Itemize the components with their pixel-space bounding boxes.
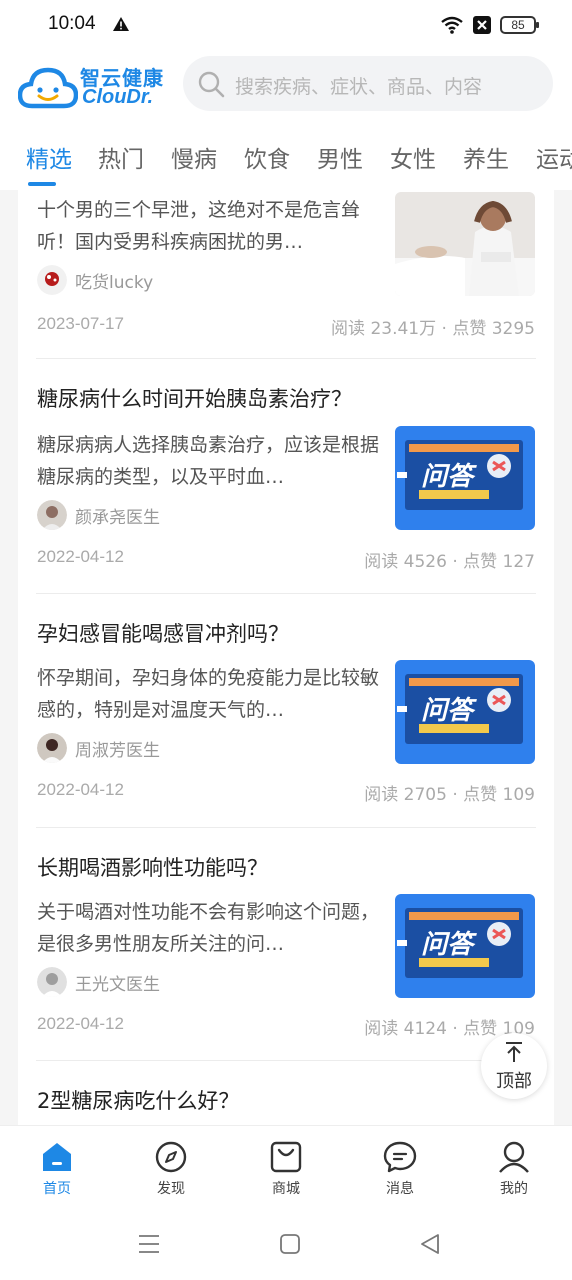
article-card[interactable]: 孕妇感冒能喝感冒冲剂吗？ 怀孕期间，孕妇身体的免疫能力是比较敏感的，特别是对温度… bbox=[18, 594, 554, 828]
tab-diet[interactable]: 饮食 bbox=[244, 140, 290, 174]
article-title: 长期喝酒影响性功能吗？ bbox=[37, 856, 268, 880]
warning-icon bbox=[113, 17, 129, 31]
nav-label: 首页 bbox=[43, 1181, 71, 1197]
author-name: 周淑芳医生 bbox=[75, 740, 160, 761]
article-excerpt: 糖尿病病人选择胰岛素治疗，应该是根据糖尿病的类型，以及平时血… bbox=[37, 434, 380, 488]
tab-wellness[interactable]: 养生 bbox=[463, 140, 509, 174]
thumb-qa-text: 问答 bbox=[421, 462, 474, 492]
thumb-qa-text: 问答 bbox=[421, 696, 474, 726]
search-placeholder: 搜索疾病、症状、商品、内容 bbox=[235, 76, 483, 98]
article-excerpt: 关于喝酒对性功能不会有影响这个问题，是很多男性朋友所关注的问… bbox=[37, 901, 380, 955]
search-icon bbox=[198, 71, 225, 98]
article-card[interactable]: 长期喝酒影响性功能吗？ 关于喝酒对性功能不会有影响这个问题，是很多男性朋友所关注… bbox=[18, 828, 554, 1060]
no-sim-icon bbox=[473, 16, 491, 34]
article-author[interactable]: 王光文医生 bbox=[37, 966, 160, 998]
nav-home[interactable]: 首页 bbox=[17, 1140, 97, 1198]
article-author[interactable]: 颜承尧医生 bbox=[37, 499, 160, 531]
nav-mall[interactable]: 商城 bbox=[246, 1140, 326, 1198]
avatar bbox=[37, 967, 67, 997]
wifi-icon bbox=[441, 16, 463, 34]
tab-chronic[interactable]: 慢病 bbox=[171, 140, 217, 174]
nav-messages[interactable]: 消息 bbox=[360, 1140, 440, 1198]
battery-indicator: 85 bbox=[500, 16, 539, 34]
article-title: 2型糖尿病吃什么好？ bbox=[37, 1089, 240, 1113]
man-headache-photo bbox=[395, 192, 535, 296]
article-excerpt: 十个男的三个早泄，这绝对不是危言耸听！国内受男科疾病困扰的男… bbox=[37, 199, 361, 253]
tab-featured[interactable]: 精选 bbox=[26, 140, 72, 174]
article-card[interactable]: 2型糖尿病吃什么好？ bbox=[18, 1061, 554, 1125]
app-header: 智云健康 ClouDr. 搜索疾病、症状、商品、内容 bbox=[0, 50, 572, 124]
nav-discover[interactable]: 发现 bbox=[131, 1140, 211, 1198]
status-bar: 10:04 85 bbox=[0, 0, 572, 50]
author-name: 王光文医生 bbox=[75, 974, 160, 995]
avatar bbox=[37, 733, 67, 763]
article-thumbnail bbox=[395, 192, 535, 296]
article-title: 糖尿病什么时间开始胰岛素治疗？ bbox=[37, 387, 352, 411]
cloud-logo-icon bbox=[18, 67, 78, 109]
article-date: 2023-07-17 bbox=[37, 314, 124, 333]
tab-female[interactable]: 女性 bbox=[390, 140, 436, 174]
author-name: 吃货lucky bbox=[75, 272, 154, 293]
thumb-qa-text: 问答 bbox=[421, 930, 474, 960]
category-tabs: 精选 热门 慢病 饮食 男性 女性 养生 运动 bbox=[0, 124, 572, 190]
tab-exercise[interactable]: 运动 bbox=[536, 140, 572, 174]
article-stats: 阅读 23.41万 · 点赞 3295 bbox=[331, 319, 535, 339]
arrow-up-icon bbox=[506, 1042, 522, 1062]
article-card[interactable]: 十个男的三个早泄，这绝对不是危言耸听！国内受男科疾病困扰的男… 吃货lucky … bbox=[18, 190, 554, 358]
bottom-navigation: 首页 发现 商城 消息 我的 bbox=[0, 1125, 572, 1207]
status-time: 10:04 bbox=[48, 13, 96, 34]
article-excerpt: 怀孕期间，孕妇身体的免疫能力是比较敏感的，特别是对温度天气的… bbox=[37, 667, 380, 721]
search-input[interactable]: 搜索疾病、症状、商品、内容 bbox=[183, 56, 553, 111]
clouddr-logo[interactable]: 智云健康 ClouDr. bbox=[18, 60, 168, 112]
tab-male[interactable]: 男性 bbox=[317, 140, 363, 174]
article-thumbnail: 问答 bbox=[395, 426, 535, 530]
article-date: 2022-04-12 bbox=[37, 780, 124, 799]
article-stats: 阅读 4526 · 点赞 127 bbox=[364, 552, 535, 572]
author-name: 颜承尧医生 bbox=[75, 507, 160, 528]
nav-label: 发现 bbox=[157, 1181, 185, 1197]
nav-label: 商城 bbox=[272, 1181, 300, 1197]
profile-icon bbox=[499, 1141, 529, 1173]
article-author[interactable]: 周淑芳医生 bbox=[37, 732, 160, 764]
article-card[interactable]: 糖尿病什么时间开始胰岛素治疗？ 糖尿病病人选择胰岛素治疗，应该是根据糖尿病的类型… bbox=[18, 359, 554, 593]
menu-icon[interactable] bbox=[137, 1233, 161, 1255]
home-icon bbox=[43, 1143, 71, 1171]
nav-profile[interactable]: 我的 bbox=[474, 1140, 554, 1198]
avatar bbox=[37, 500, 67, 530]
compass-icon bbox=[155, 1141, 187, 1173]
nav-label: 消息 bbox=[386, 1181, 414, 1197]
tab-hot[interactable]: 热门 bbox=[98, 140, 144, 174]
article-author[interactable]: 吃货lucky bbox=[37, 264, 153, 296]
avatar bbox=[37, 265, 67, 295]
article-feed[interactable]: 十个男的三个早泄，这绝对不是危言耸听！国内受男科疾病困扰的男… 吃货lucky … bbox=[18, 190, 554, 1125]
article-date: 2022-04-12 bbox=[37, 547, 124, 566]
back-to-top-button[interactable]: 顶部 bbox=[481, 1033, 547, 1099]
active-tab-indicator bbox=[28, 182, 56, 186]
system-navigation-bar bbox=[0, 1207, 572, 1280]
article-date: 2022-04-12 bbox=[37, 1014, 124, 1033]
message-icon bbox=[383, 1141, 417, 1173]
article-title: 孕妇感冒能喝感冒冲剂吗？ bbox=[37, 622, 289, 646]
article-thumbnail: 问答 bbox=[395, 894, 535, 998]
back-to-top-label: 顶部 bbox=[496, 1071, 532, 1092]
home-button-icon[interactable] bbox=[278, 1233, 302, 1255]
article-stats: 阅读 2705 · 点赞 109 bbox=[364, 785, 535, 805]
article-thumbnail: 问答 bbox=[395, 660, 535, 764]
back-icon[interactable] bbox=[418, 1233, 442, 1255]
shopping-bag-icon bbox=[270, 1141, 302, 1173]
logo-text-en: ClouDr. bbox=[82, 86, 154, 108]
nav-label: 我的 bbox=[500, 1181, 528, 1197]
